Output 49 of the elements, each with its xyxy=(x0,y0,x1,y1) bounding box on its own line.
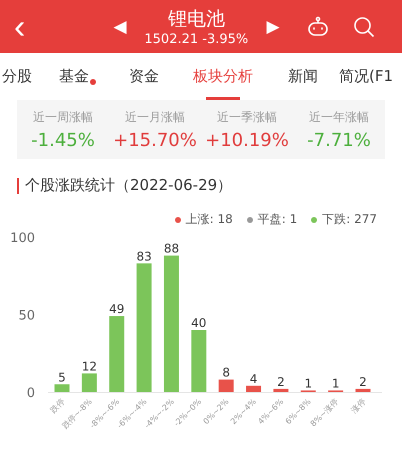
value-label: 2 xyxy=(277,374,285,389)
bar xyxy=(273,388,288,392)
value-label: 4 xyxy=(250,372,258,386)
stat-label: 近一月涨幅 xyxy=(125,109,185,126)
value-label: 12 xyxy=(82,359,97,374)
value-label: 8 xyxy=(222,366,230,380)
value-label: 49 xyxy=(109,302,124,316)
stat-value: -7.71% xyxy=(307,130,371,151)
previous-button[interactable]: ◀ xyxy=(113,16,126,37)
legend-label: 下跌: 277 xyxy=(322,211,377,228)
axis-label: 100 xyxy=(10,232,35,246)
search-icon[interactable] xyxy=(353,16,376,38)
bar xyxy=(191,330,206,392)
tab[interactable]: 资金 xyxy=(115,53,173,100)
value-label: 1 xyxy=(332,376,340,390)
value-label: 5 xyxy=(58,370,66,384)
section-title: 个股涨跌统计（2022-06-29） xyxy=(25,176,232,195)
value-label: 88 xyxy=(164,242,180,256)
stat-value: +10.19% xyxy=(205,130,289,151)
stat-value: -1.45% xyxy=(31,130,95,151)
legend-label: 平盘: 1 xyxy=(258,211,298,228)
value-label: 83 xyxy=(136,249,152,264)
category-label: 跌停 xyxy=(48,397,66,415)
axis-label: 50 xyxy=(18,308,35,324)
bar xyxy=(246,386,262,392)
bar xyxy=(82,373,97,392)
tab[interactable]: 基金 xyxy=(33,53,115,100)
bar xyxy=(356,388,370,392)
robot-icon[interactable] xyxy=(307,16,330,38)
axis-label: 0 xyxy=(26,386,35,401)
tab[interactable]: 板块分析 xyxy=(173,53,273,100)
bar xyxy=(54,384,70,392)
tab[interactable]: 新闻 xyxy=(273,53,333,100)
back-button[interactable]: ‹ xyxy=(14,10,26,44)
tab[interactable]: 分股 xyxy=(1,53,33,100)
value-label: 2 xyxy=(359,374,367,389)
legend-label: 上涨: 18 xyxy=(186,211,233,228)
stat-label: 近一周涨幅 xyxy=(33,109,93,126)
bar xyxy=(218,380,234,392)
stat-value: +15.70% xyxy=(113,130,197,151)
value-label: 1 xyxy=(304,376,312,390)
stat-label: 近一年涨幅 xyxy=(309,109,369,126)
index-quote: 1502.21 -3.95% xyxy=(144,32,248,47)
stat-label: 近一季涨幅 xyxy=(217,109,277,126)
value-label: 40 xyxy=(191,316,206,330)
next-button[interactable]: ▶ xyxy=(266,16,280,37)
category-label: 涨停 xyxy=(350,397,368,415)
page-title: 锂电池 xyxy=(168,7,225,32)
tab[interactable]: 简况(F1 xyxy=(333,53,399,100)
